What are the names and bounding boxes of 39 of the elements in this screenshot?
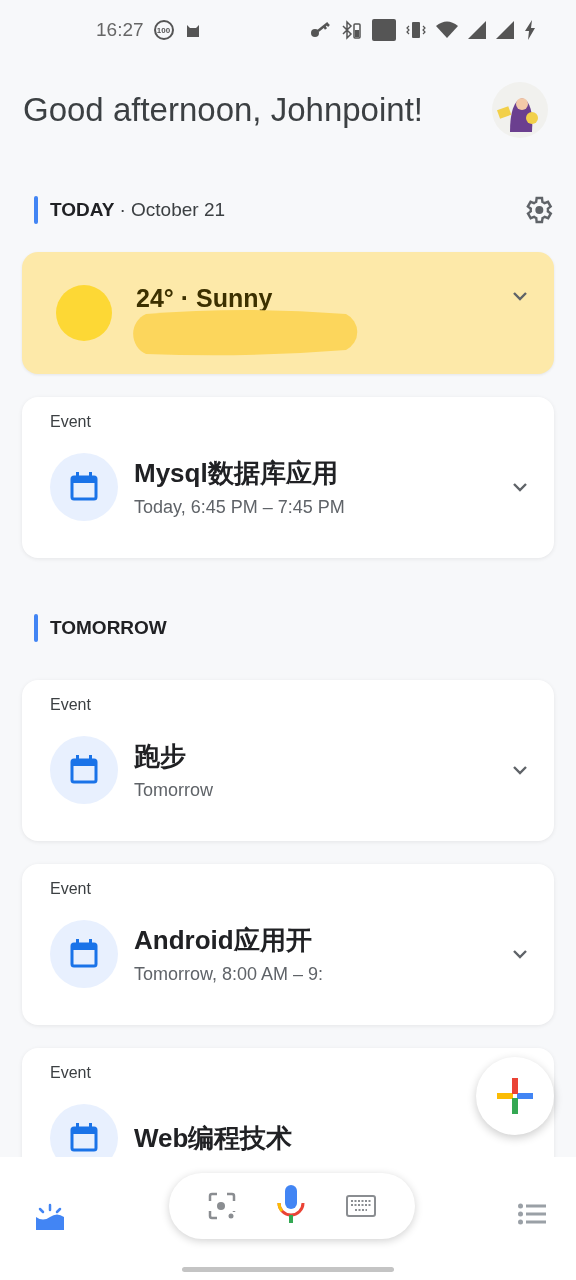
vibrate-icon [406,20,426,40]
card-label: Event [50,413,92,431]
card-label: Event [50,1064,92,1082]
key-icon [310,21,332,39]
event-card[interactable]: Event Android应用开 Tomorrow, 8:00 AM – 9: [22,864,554,1025]
calendar-icon [50,736,118,804]
sun-icon [56,285,112,341]
event-title: Web编程技术 [134,1121,294,1155]
greeting: Good afternoon, Johnpoint! [23,91,423,129]
lens-icon[interactable] [208,1192,237,1220]
list-icon [518,1203,546,1225]
signal-icon [468,21,486,39]
section-title: TOMORROW [50,617,167,639]
section-date: · October 21 [119,199,226,221]
avatar[interactable] [492,82,548,138]
event-card[interactable]: Event Mysql数据库应用 Today, 6:45 PM – 7:45 PM [22,397,554,558]
event-title: 跑步 [134,740,187,773]
event-time: Tomorrow [134,780,214,801]
status-badge: 100 [153,20,174,40]
card-label: Event [50,696,92,714]
charging-icon [524,20,536,40]
wifi-icon [436,21,458,39]
weather-card[interactable]: 24° · Sunny [22,252,554,374]
event-title: Mysql数据库应用 [134,457,339,490]
signal-icon [496,21,514,39]
event-time: Tomorrow, 8:00 AM – 9: [134,964,325,985]
event-time: Today, 6:45 PM – 7:45 PM [134,497,346,518]
calendar-icon [50,453,118,521]
section-title: TODAY [50,199,115,221]
event-card[interactable]: Event 跑步 Tomorrow [22,680,554,841]
calendar-icon [50,920,118,988]
plus-icon [497,1078,533,1114]
status-time: 16:27 [96,19,144,41]
bluetooth-battery-icon [342,20,362,40]
keyboard-icon[interactable] [345,1195,376,1217]
event-title: Android应用开 [134,924,313,957]
card-label: Event [50,880,92,898]
weather-summary: 24° · Sunny [136,283,273,313]
search-bar[interactable] [169,1173,415,1239]
